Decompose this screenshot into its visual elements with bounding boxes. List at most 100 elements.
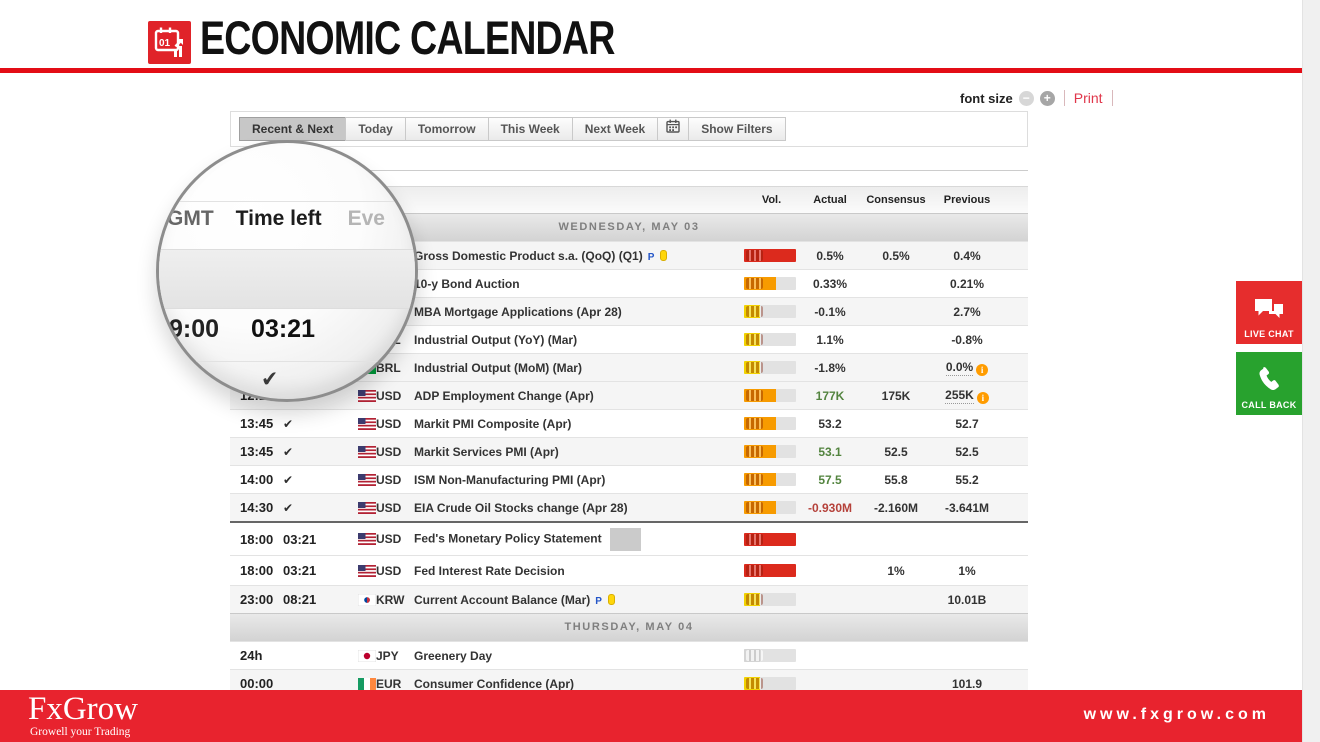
- event-name: Fed Interest Rate Decision: [414, 564, 744, 578]
- tab-next-week[interactable]: Next Week: [572, 117, 658, 141]
- event-name: Fed's Monetary Policy Statement: [414, 528, 744, 551]
- previous-value: 1%: [931, 564, 1003, 578]
- flag-us-icon: [358, 502, 376, 514]
- actual-value: 53.1: [799, 445, 861, 459]
- flag-us-icon: [358, 474, 376, 486]
- magnified-gmt-header: GMT: [167, 207, 214, 230]
- magnified-day-band: [156, 249, 418, 309]
- currency-code: USD: [376, 532, 414, 546]
- page-scrollbar-track[interactable]: [1302, 0, 1320, 742]
- font-size-decrease-button[interactable]: −: [1019, 91, 1034, 106]
- gmt-time: 14:00: [240, 472, 283, 487]
- time-left: 03:21: [283, 563, 358, 578]
- volatility-bar: [744, 677, 796, 690]
- gmt-time: 18:00: [240, 532, 283, 547]
- check-icon: ✔: [283, 473, 293, 487]
- volatility-bar: [744, 417, 796, 430]
- consensus-value: 0.5%: [861, 249, 931, 263]
- speech-dot-icon: [660, 250, 667, 261]
- magnified-event-header: Eve: [348, 207, 385, 230]
- preliminary-badge: P: [648, 252, 655, 263]
- currency-code: USD: [376, 389, 414, 403]
- volatility-bar: [744, 361, 796, 374]
- magnified-check-icon: ✔: [260, 366, 279, 392]
- time-left: 03:21: [283, 532, 358, 547]
- live-chat-button[interactable]: LIVE CHAT: [1236, 281, 1302, 344]
- call-back-label: CALL BACK: [1241, 400, 1296, 410]
- previous-value: -3.641M: [931, 501, 1003, 515]
- flag-us-icon: [358, 390, 376, 402]
- print-link[interactable]: Print: [1074, 90, 1103, 106]
- actual-value: 53.2: [799, 417, 861, 431]
- flag-us-icon: [358, 418, 376, 430]
- magnified-time-left: 03:21: [251, 315, 315, 343]
- tab-today[interactable]: Today: [345, 117, 405, 141]
- footer-site-url[interactable]: www.fxgrow.com: [1084, 706, 1270, 724]
- column-header-consensus: Consensus: [861, 194, 931, 206]
- currency-code: JPY: [376, 649, 414, 663]
- previous-value: 101.9: [931, 677, 1003, 691]
- magnifier-overlay: GMTTime leftEve 9:0003:21 ✔: [156, 140, 418, 402]
- previous-value[interactable]: 255Ki: [931, 388, 1003, 404]
- info-icon: i: [977, 392, 989, 404]
- toolbar: font size − + Print: [960, 88, 1116, 108]
- event-name: ISM Non-Manufacturing PMI (Apr): [414, 473, 744, 487]
- preliminary-badge: P: [595, 596, 602, 607]
- time-left: 08:21: [283, 592, 358, 607]
- event-name: ADP Employment Change (Apr): [414, 389, 744, 403]
- currency-code: USD: [376, 564, 414, 578]
- table-row[interactable]: 24h JPY Greenery Day: [230, 641, 1028, 669]
- flag-ie-icon: [358, 678, 376, 690]
- table-row[interactable]: 18:00 03:21 USD Fed Interest Rate Decisi…: [230, 555, 1028, 585]
- previous-value: -0.8%: [931, 333, 1003, 347]
- volatility-bar: [744, 277, 796, 290]
- footer-logo: FxGrow: [28, 693, 138, 726]
- gmt-time: 18:00: [240, 563, 283, 578]
- table-row[interactable]: 14:00 ✔ USD ISM Non-Manufacturing PMI (A…: [230, 465, 1028, 493]
- previous-value[interactable]: 0.0%i: [931, 360, 1003, 376]
- volatility-bar: [744, 593, 796, 606]
- previous-value: 52.5: [931, 445, 1003, 459]
- consensus-value: 55.8: [861, 473, 931, 487]
- event-name: Consumer Confidence (Apr): [414, 677, 744, 691]
- previous-value: 52.7: [931, 417, 1003, 431]
- tab-show-filters[interactable]: Show Filters: [688, 117, 785, 141]
- currency-code: BRL: [376, 361, 414, 375]
- check-icon: ✔: [283, 501, 293, 515]
- page-title: ECONOMIC CALENDAR: [200, 10, 615, 65]
- check-icon: ✔: [283, 445, 293, 459]
- time-left: ✔: [283, 444, 358, 459]
- time-left: ✔: [283, 500, 358, 515]
- call-back-button[interactable]: CALL BACK: [1236, 352, 1302, 415]
- volatility-bar: [744, 333, 796, 346]
- tab-custom-date[interactable]: [657, 117, 689, 141]
- flag-kr-icon: [358, 594, 376, 606]
- font-size-label: font size: [960, 91, 1013, 106]
- previous-value: 55.2: [931, 473, 1003, 487]
- table-row[interactable]: 14:30 ✔ USD EIA Crude Oil Stocks change …: [230, 493, 1028, 521]
- table-row[interactable]: 18:00 03:21 USD Fed's Monetary Policy St…: [230, 521, 1028, 555]
- table-row[interactable]: 13:45 ✔ USD Markit PMI Composite (Apr) 5…: [230, 409, 1028, 437]
- tab-recent-next[interactable]: Recent & Next: [239, 117, 346, 141]
- economic-calendar-icon: 01: [148, 21, 191, 64]
- event-name: Markit Services PMI (Apr): [414, 445, 744, 459]
- tab-this-week[interactable]: This Week: [488, 117, 573, 141]
- event-name: MBA Mortgage Applications (Apr 28): [414, 305, 744, 319]
- tab-tomorrow[interactable]: Tomorrow: [405, 117, 489, 141]
- volatility-bar: [744, 473, 796, 486]
- lens-gridline: [159, 361, 415, 362]
- table-row[interactable]: 23:00 08:21 KRW Current Account Balance …: [230, 585, 1028, 613]
- actual-value: 57.5: [799, 473, 861, 487]
- currency-code: USD: [376, 501, 414, 515]
- currency-code: KRW: [376, 593, 414, 607]
- toolbar-divider: [1064, 90, 1065, 106]
- tab-bar: Recent & Next Today Tomorrow This Week N…: [230, 111, 1028, 147]
- font-size-increase-button[interactable]: +: [1040, 91, 1055, 106]
- check-icon: ✔: [283, 417, 293, 431]
- table-row[interactable]: 13:45 ✔ USD Markit Services PMI (Apr) 53…: [230, 437, 1028, 465]
- actual-value: -0.930M: [799, 501, 861, 515]
- chat-bubbles-icon: [1252, 296, 1286, 326]
- volatility-bar: [744, 533, 796, 546]
- event-name: Industrial Output (YoY) (Mar): [414, 333, 744, 347]
- consensus-value: -2.160M: [861, 501, 931, 515]
